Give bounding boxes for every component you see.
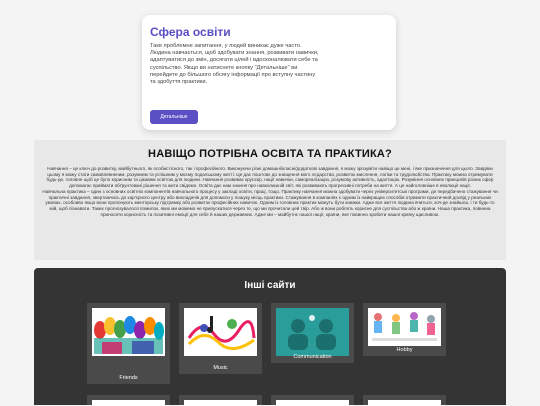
music-image <box>184 308 257 356</box>
friends-image <box>92 308 165 356</box>
site-tile-partial[interactable] <box>87 395 170 406</box>
site-tile-communication[interactable]: Communication <box>271 303 354 363</box>
why-education-paragraph-1: Навчання – це ключ до розвитку, майбутнь… <box>46 166 494 189</box>
hero-card: Сфера освіти Таке проблемне запитання, у… <box>142 15 396 130</box>
site-tile-label: Friends <box>119 375 138 381</box>
other-sites-section: Інші сайти Friends Music Communication H… <box>34 268 506 406</box>
hero-title: Сфера освіти <box>150 25 231 39</box>
hero-description: Таке проблемне запитання, у людей виника… <box>150 43 319 86</box>
site-tile-partial[interactable] <box>363 395 446 406</box>
site-tile-label: Music <box>213 365 228 371</box>
why-education-paragraph-2: Навчальна практика – один з основних осв… <box>42 188 498 217</box>
other-sites-title: Інші сайти <box>244 280 296 291</box>
site-tile-friends[interactable]: Friends <box>87 303 170 384</box>
site-tile-label: Communication <box>293 354 332 360</box>
communication-image <box>276 308 349 356</box>
partial-tile-image <box>184 400 257 406</box>
site-tile-partial[interactable] <box>271 395 354 406</box>
why-education-section: НАВІЩО ПОТРІБНА ОСВІТА ТА ПРАКТИКА? Навч… <box>34 140 506 260</box>
partial-tile-image <box>368 400 441 406</box>
site-tile-partial[interactable] <box>179 395 262 406</box>
site-tile-music[interactable]: Music <box>179 303 262 374</box>
site-tile-hobby[interactable]: Hobby <box>363 303 446 356</box>
site-tile-label: Hobby <box>396 347 413 353</box>
partial-tile-image <box>92 400 165 406</box>
why-education-title: НАВІЩО ПОТРІБНА ОСВІТА ТА ПРАКТИКА? <box>148 148 392 160</box>
hobby-image <box>368 308 441 346</box>
partial-tile-image <box>276 400 349 406</box>
details-button[interactable]: Детальніше <box>150 110 198 124</box>
